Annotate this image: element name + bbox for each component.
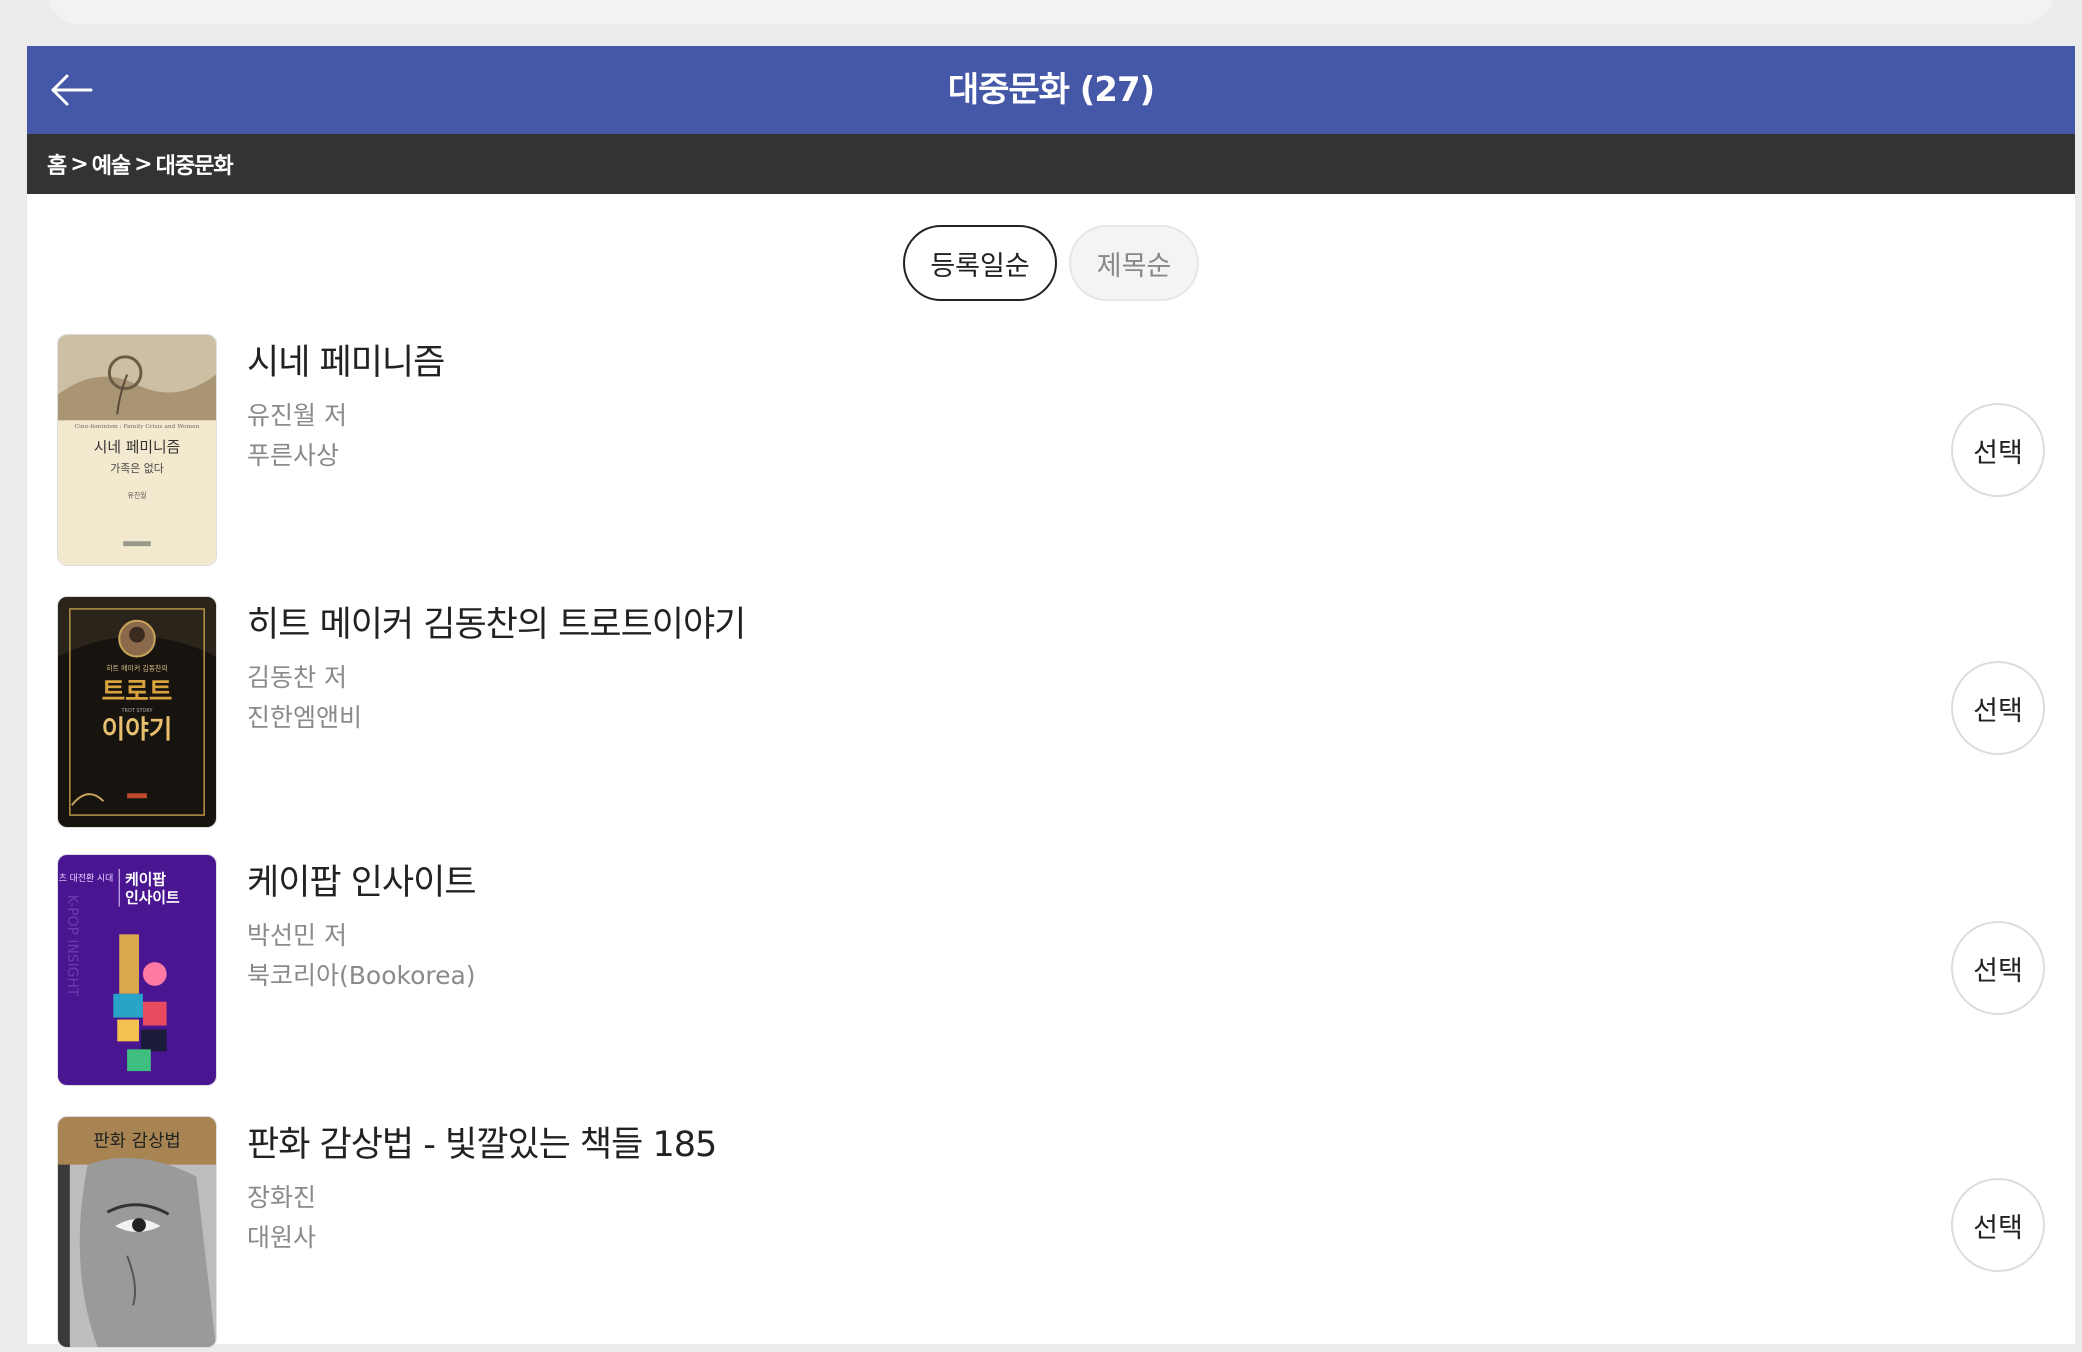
book-title[interactable]: 판화 감상법 - 빛깔있는 책들 185 bbox=[247, 1116, 717, 1167]
book-cover-image[interactable]: 히트 메이커 김동찬의 트로트 TROT STORY 이야기 bbox=[57, 596, 217, 828]
cover-english-text: TROT STORY bbox=[120, 708, 153, 714]
cover-author-text: 유진월 bbox=[127, 491, 146, 500]
book-cover-image[interactable]: Cine-feminism : Family Crisis and Women … bbox=[57, 334, 217, 566]
cover-title-text: 판화 감상법 bbox=[93, 1131, 180, 1152]
page-header: 대중문화 (27) bbox=[27, 46, 2075, 134]
list-item[interactable]: 히트 메이커 김동찬의 트로트 TROT STORY 이야기 히트 메이커 김동… bbox=[27, 596, 2075, 832]
breadcrumb: 홈 > 예술 > 대중문화 bbox=[27, 134, 2075, 194]
cover-title-text: 시네 페미니즘 bbox=[94, 439, 180, 456]
sort-by-date-button[interactable]: 등록일순 bbox=[903, 225, 1057, 301]
breadcrumb-separator: > bbox=[70, 151, 88, 177]
search-bar[interactable] bbox=[48, 0, 2054, 24]
book-author: 유진월 저 bbox=[247, 401, 347, 430]
book-author: 김동찬 저 bbox=[247, 663, 347, 692]
cover-english-text: Cine-feminism : Family Crisis and Women bbox=[74, 423, 199, 430]
book-publisher: 북코리아(Bookorea) bbox=[247, 961, 476, 990]
book-author: 박선민 저 bbox=[247, 921, 347, 950]
select-button[interactable]: 선택 bbox=[1951, 661, 2045, 755]
select-button[interactable]: 선택 bbox=[1951, 1178, 2045, 1272]
breadcrumb-separator: > bbox=[134, 151, 152, 177]
book-title[interactable]: 히트 메이커 김동찬의 트로트이야기 bbox=[247, 596, 746, 647]
sort-options: 등록일순 제목순 bbox=[27, 225, 2075, 301]
breadcrumb-item-art[interactable]: 예술 bbox=[92, 148, 131, 180]
cover-side-text: 콘텐츠 대전환 시대 bbox=[57, 872, 113, 884]
cover-title-line2: 이야기 bbox=[102, 715, 173, 745]
cover-title-line1: 케이팝 bbox=[125, 871, 166, 889]
book-publisher: 대원사 bbox=[247, 1223, 317, 1252]
list-item[interactable]: 콘텐츠 대전환 시대 케이팝 인사이트 K-POP INSIGHT 케이팝 인사… bbox=[27, 854, 2075, 1090]
breadcrumb-item-popular-culture[interactable]: 대중문화 bbox=[156, 148, 234, 180]
page-title: 대중문화 (27) bbox=[947, 70, 1155, 110]
breadcrumb-item-home[interactable]: 홈 bbox=[47, 148, 67, 180]
sort-by-title-button[interactable]: 제목순 bbox=[1069, 225, 1199, 301]
cover-vertical-text: K-POP INSIGHT bbox=[64, 895, 80, 997]
search-icon[interactable] bbox=[1996, 0, 2036, 22]
select-button[interactable]: 선택 bbox=[1951, 921, 2045, 1015]
book-author: 장화진 bbox=[247, 1183, 317, 1212]
cover-title-line1: 트로트 bbox=[102, 677, 173, 707]
category-panel: 대중문화 (27) 홈 > 예술 > 대중문화 등록일순 제목순 Cine-fe… bbox=[27, 46, 2075, 1348]
book-publisher: 푸른사상 bbox=[247, 441, 340, 470]
book-cover-image[interactable]: 콘텐츠 대전환 시대 케이팝 인사이트 K-POP INSIGHT bbox=[57, 854, 217, 1086]
book-title[interactable]: 케이팝 인사이트 bbox=[247, 854, 477, 905]
book-cover-image[interactable]: 판화 감상법 bbox=[57, 1116, 217, 1348]
book-publisher: 진한엠앤비 bbox=[247, 703, 363, 732]
list-item[interactable]: 판화 감상법 판화 감상법 - 빛깔있는 책들 185 장화진 대원사 선택 bbox=[27, 1116, 2075, 1352]
select-button[interactable]: 선택 bbox=[1951, 403, 2045, 497]
list-item[interactable]: Cine-feminism : Family Crisis and Women … bbox=[27, 334, 2075, 570]
cover-subtitle-text: 가족은 없다 bbox=[110, 462, 163, 475]
cover-title-line2: 인사이트 bbox=[125, 889, 180, 907]
book-title[interactable]: 시네 페미니즘 bbox=[247, 334, 445, 385]
cover-kicker-text: 히트 메이커 김동찬의 bbox=[106, 663, 167, 672]
